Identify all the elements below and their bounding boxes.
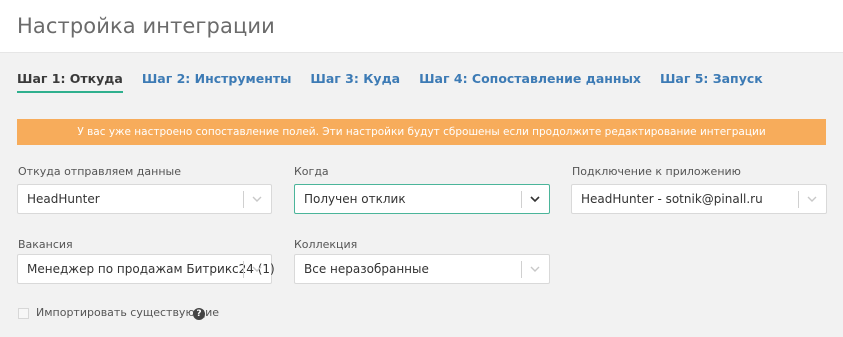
chevron-down-icon[interactable] bbox=[805, 192, 819, 206]
select-separator bbox=[243, 261, 244, 278]
warning-alert: У вас уже настроено сопоставление полей.… bbox=[17, 119, 826, 145]
tab-step-5-launch[interactable]: Шаг 5: Запуск bbox=[660, 71, 763, 93]
connection-select[interactable]: HeadHunter - sotnik@pinall.ru bbox=[571, 184, 827, 214]
select-separator bbox=[243, 191, 244, 208]
chevron-down-icon[interactable] bbox=[250, 192, 264, 206]
source-select-value: HeadHunter bbox=[27, 192, 100, 206]
connection-label: Подключение к приложению bbox=[572, 165, 741, 178]
chevron-down-icon[interactable] bbox=[528, 262, 542, 276]
collection-label: Коллекция bbox=[294, 238, 358, 251]
when-select-value: Получен отклик bbox=[304, 192, 406, 206]
select-separator bbox=[521, 261, 522, 278]
select-separator bbox=[798, 191, 799, 208]
vacancy-select-value: Менеджер по продажам Битрикс24 (1) bbox=[27, 262, 275, 276]
tab-step-1-source[interactable]: Шаг 1: Откуда bbox=[17, 71, 123, 93]
tab-step-4-mapping[interactable]: Шаг 4: Сопоставление данных bbox=[419, 71, 641, 93]
vacancy-label: Вакансия bbox=[18, 238, 73, 251]
page-header: Настройка интеграции bbox=[0, 0, 843, 53]
source-select[interactable]: HeadHunter bbox=[17, 184, 272, 214]
import-existing-label[interactable]: Импортировать существующие bbox=[36, 306, 219, 319]
tab-step-3-destination[interactable]: Шаг 3: Куда bbox=[310, 71, 400, 93]
help-icon[interactable]: ? bbox=[193, 308, 205, 320]
page-title: Настройка интеграции bbox=[17, 14, 275, 38]
connection-select-value: HeadHunter - sotnik@pinall.ru bbox=[581, 192, 763, 206]
when-select[interactable]: Получен отклик bbox=[294, 184, 550, 214]
when-label: Когда bbox=[294, 165, 329, 178]
collection-select[interactable]: Все неразобранные bbox=[294, 254, 550, 284]
collection-select-value: Все неразобранные bbox=[304, 262, 429, 276]
select-separator bbox=[521, 191, 522, 208]
tab-step-2-tools[interactable]: Шаг 2: Инструменты bbox=[142, 71, 292, 93]
vacancy-select[interactable]: Менеджер по продажам Битрикс24 (1) bbox=[17, 254, 275, 284]
chevron-down-icon[interactable] bbox=[250, 262, 264, 276]
import-existing-checkbox[interactable] bbox=[18, 308, 29, 319]
chevron-down-icon[interactable] bbox=[528, 192, 542, 206]
wizard-tabs: Шаг 1: Откуда Шаг 2: Инструменты Шаг 3: … bbox=[17, 71, 782, 93]
source-label: Откуда отправляем данные bbox=[18, 165, 181, 178]
